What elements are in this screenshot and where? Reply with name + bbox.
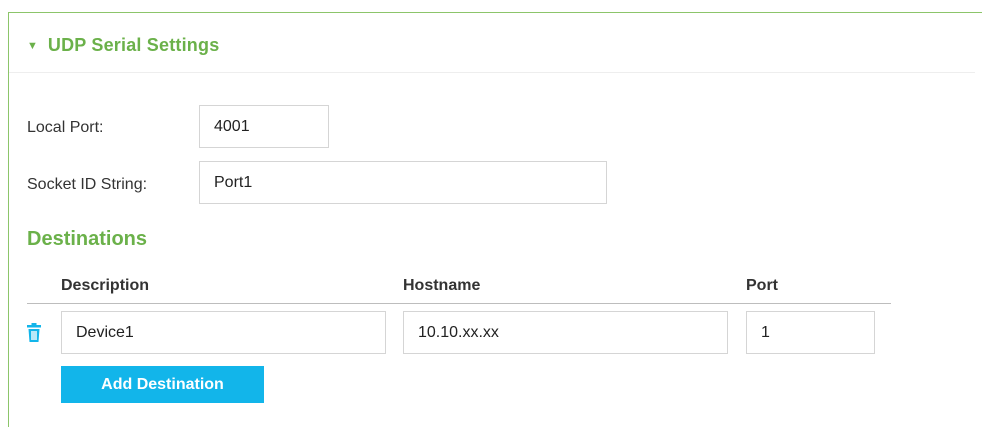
header-divider — [9, 72, 975, 73]
column-header-hostname: Hostname — [403, 277, 481, 294]
panel-header-toggle[interactable]: ▼ UDP Serial Settings — [27, 33, 219, 57]
table-header-divider — [27, 303, 891, 304]
destination-description-input[interactable] — [61, 311, 386, 354]
column-header-port: Port — [746, 277, 778, 294]
caret-down-icon: ▼ — [27, 39, 38, 52]
add-destination-button[interactable]: Add Destination — [61, 366, 264, 403]
panel-title: UDP Serial Settings — [47, 34, 220, 55]
udp-serial-settings-panel — [8, 12, 982, 427]
destination-port-input[interactable] — [746, 311, 875, 354]
column-header-description: Description — [61, 277, 150, 294]
trash-icon[interactable] — [25, 323, 43, 343]
local-port-label: Local Port: — [27, 119, 104, 136]
destination-hostname-input[interactable] — [403, 311, 728, 354]
destinations-title: Destinations — [27, 228, 148, 250]
socket-id-label: Socket ID String: — [27, 176, 148, 193]
local-port-input[interactable] — [199, 105, 329, 148]
socket-id-input[interactable] — [199, 161, 607, 204]
